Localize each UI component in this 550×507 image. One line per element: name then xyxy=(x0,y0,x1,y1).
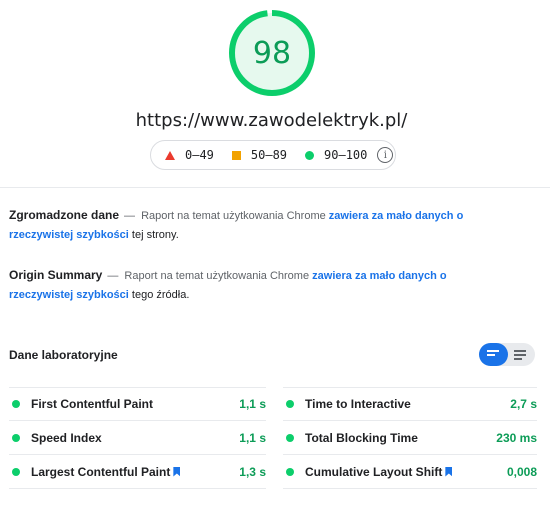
pass-dot-icon xyxy=(286,400,294,408)
metric-total-blocking-time: Total Blocking Time 230 ms xyxy=(283,421,537,455)
pass-dot-icon xyxy=(12,400,20,408)
legend-fail: 0–49 xyxy=(165,148,214,162)
list-view-button[interactable] xyxy=(479,343,508,366)
metric-name-wrap: Largest Contentful Paint xyxy=(31,465,239,479)
metric-value: 0,008 xyxy=(506,464,537,479)
metric-name: Speed Index xyxy=(31,430,102,445)
metric-largest-contentful-paint: Largest Contentful Paint 1,3 s xyxy=(9,455,266,489)
view-toggle[interactable] xyxy=(479,343,535,366)
origin-summary: Origin Summary — Raport na temat użytkowa… xyxy=(9,266,499,305)
metric-name: Largest Contentful Paint xyxy=(31,464,171,479)
legend-fail-label: 0–49 xyxy=(185,148,214,162)
square-icon xyxy=(231,150,241,160)
page-url: https://www.zawodelektryk.pl/ xyxy=(135,110,408,131)
legend-average: 50–89 xyxy=(231,148,288,162)
metric-value: 1,3 s xyxy=(239,464,266,479)
legend-pass-label: 90–100 xyxy=(324,148,368,162)
metric-name: Cumulative Layout Shift xyxy=(305,464,443,479)
origin-summary-separator: — xyxy=(107,270,119,282)
field-data-suffix: tej strony. xyxy=(131,229,179,241)
metric-time-to-interactive: Time to Interactive 2,7 s xyxy=(283,387,537,421)
origin-summary-title: Origin Summary xyxy=(9,268,103,282)
info-icon[interactable]: i xyxy=(377,147,394,163)
metric-name: Total Blocking Time xyxy=(305,430,418,445)
bookmark-icon xyxy=(173,466,181,477)
field-data-prefix: Raport na temat użytkowania Chrome xyxy=(141,210,326,222)
score-gauge: 98 xyxy=(227,8,317,98)
lab-data-title: Dane laboratoryjne xyxy=(9,348,118,362)
pass-dot-icon xyxy=(12,467,20,476)
metric-value: 2,7 s xyxy=(510,397,537,411)
metric-first-contentful-paint: First Contentful Paint 1,1 s xyxy=(9,387,266,421)
pass-dot-icon xyxy=(286,467,294,476)
list-view-icon xyxy=(487,350,499,358)
score-legend: 0–49 50–89 90–100 i xyxy=(150,140,396,170)
score-value: 98 xyxy=(252,35,292,71)
field-data-summary: Zgromadzone dane — Raport na temat użytko… xyxy=(9,206,499,245)
expanded-view-icon[interactable] xyxy=(514,350,526,362)
metric-name: Time to Interactive xyxy=(305,397,411,411)
origin-summary-suffix: tego źródła. xyxy=(131,289,190,301)
metric-value: 230 ms xyxy=(496,430,537,445)
section-divider xyxy=(0,187,550,188)
metric-speed-index: Speed Index 1,1 s xyxy=(9,421,266,455)
legend-average-label: 50–89 xyxy=(250,148,288,162)
pass-dot-icon xyxy=(12,433,20,442)
pass-dot-icon xyxy=(286,433,294,442)
bookmark-icon xyxy=(445,466,453,477)
triangle-icon xyxy=(165,150,175,160)
legend-pass: 90–100 xyxy=(305,148,367,162)
metric-value: 1,1 s xyxy=(239,430,266,445)
circle-icon xyxy=(305,150,315,160)
metric-name: First Contentful Paint xyxy=(31,397,153,411)
origin-summary-prefix: Raport na temat użytkowania Chrome xyxy=(124,270,310,282)
metric-name-wrap: Cumulative Layout Shift xyxy=(305,465,507,479)
metric-value: 1,1 s xyxy=(239,397,266,411)
field-data-separator: — xyxy=(124,210,136,222)
metric-cumulative-layout-shift: Cumulative Layout Shift 0,008 xyxy=(283,455,537,489)
field-data-title: Zgromadzone dane xyxy=(9,208,120,222)
